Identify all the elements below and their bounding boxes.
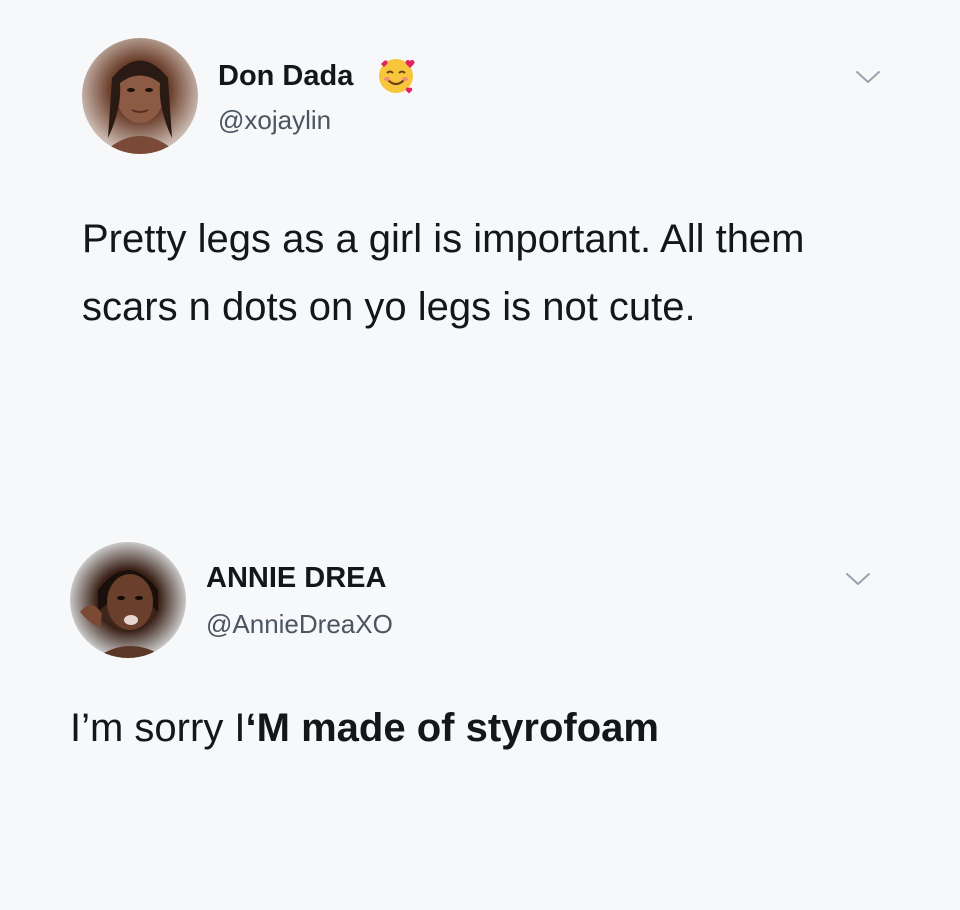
handle[interactable]: @xojaylin: [218, 105, 331, 136]
avatar-photo: [80, 570, 166, 658]
avatar[interactable]: [70, 542, 186, 658]
tweet-text: I’m sorry I‘M made of styrofoam: [70, 694, 890, 762]
smiling-face-with-hearts-icon: [379, 59, 415, 94]
display-name[interactable]: ANNIE DREA: [206, 562, 386, 595]
tweet-card: Don Dada @xojaylin Pretty legs as a girl…: [0, 0, 960, 520]
tweet-text-normal: I’m sorry I: [70, 706, 246, 750]
tweet-text-bold: ‘M made of styrofoam: [245, 706, 659, 750]
tweet-text: Pretty legs as a girl is important. All …: [82, 217, 805, 329]
avatar-photo: [102, 60, 178, 154]
handle[interactable]: @AnnieDreaXO: [206, 609, 393, 640]
tweet-card: ANNIE DREA @AnnieDreaXO I’m sorry I‘M ma…: [0, 520, 960, 910]
chevron-down-icon[interactable]: [843, 569, 873, 589]
avatar[interactable]: [82, 38, 198, 154]
display-name[interactable]: Don Dada: [218, 60, 353, 93]
chevron-down-icon[interactable]: [853, 67, 883, 87]
